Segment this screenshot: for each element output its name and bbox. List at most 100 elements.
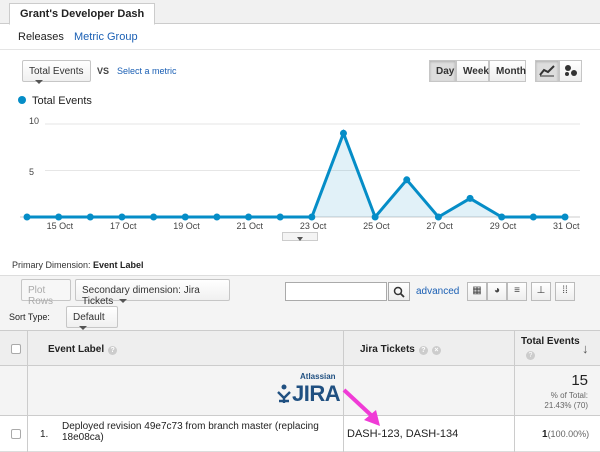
x-tick-label: 17 Oct xyxy=(109,221,137,231)
row-index: 1. xyxy=(40,429,49,440)
select-metric-link[interactable]: Select a metric xyxy=(117,66,177,76)
line-chart-toggle[interactable] xyxy=(535,60,559,82)
chevron-down-icon xyxy=(35,80,43,85)
data-point[interactable] xyxy=(23,213,31,221)
line-chart xyxy=(20,123,580,221)
data-point[interactable] xyxy=(150,213,158,221)
summary-pct-label: % of Total: xyxy=(550,391,588,400)
nav-releases[interactable]: Releases xyxy=(18,31,64,43)
table-header: Event Label? Jira Tickets? × Total Events… xyxy=(0,330,600,366)
select-all-checkbox[interactable] xyxy=(11,344,21,354)
chart-collapse-toggle[interactable] xyxy=(282,232,318,241)
pivot-view-button[interactable]: ⁞⁞ xyxy=(555,282,575,301)
col-jira-text: Jira Tickets xyxy=(360,344,415,355)
help-icon[interactable]: ? xyxy=(108,346,118,355)
sort-row: Sort Type: Default xyxy=(0,305,600,331)
jira-logo-top: Atlassian xyxy=(300,372,336,381)
data-point[interactable] xyxy=(181,213,189,221)
data-point[interactable] xyxy=(371,213,379,221)
sort-type-value: Default xyxy=(73,312,105,323)
sub-navigation: Releases Metric Group xyxy=(0,24,600,50)
x-tick-label: 27 Oct xyxy=(426,221,453,231)
sort-arrow-icon[interactable]: ↓ xyxy=(582,341,589,356)
data-point[interactable] xyxy=(213,213,221,221)
pie-view-button[interactable]: ◕ xyxy=(487,282,507,301)
nav-metric-group[interactable]: Metric Group xyxy=(74,31,138,43)
advanced-link[interactable]: advanced xyxy=(416,286,459,297)
summary-total: 15 xyxy=(571,372,588,389)
performance-view-button[interactable]: ≡ xyxy=(507,282,527,301)
table-row: 1. Deployed revision 49e7c73 from branch… xyxy=(0,416,600,452)
primary-dimension-label: Primary Dimension: xyxy=(12,260,91,270)
help-icon[interactable]: ? xyxy=(418,346,428,355)
col-jira-tickets[interactable]: Jira Tickets? × xyxy=(360,344,441,355)
grid-icon: ▦ xyxy=(472,285,482,296)
data-point[interactable] xyxy=(276,213,284,221)
jira-logo: Atlassian JIRA xyxy=(276,372,341,410)
x-tick-label: 31 Oct xyxy=(553,221,580,231)
data-point[interactable] xyxy=(529,213,537,221)
col-divider xyxy=(514,330,515,452)
bars-icon: ≡ xyxy=(514,285,520,296)
primary-dimension: Primary Dimension: Event Label xyxy=(12,260,144,270)
pie-icon: ◕ xyxy=(493,285,501,296)
search-icon xyxy=(393,286,405,298)
jira-logo-text: JIRA xyxy=(292,381,341,406)
x-tick-label: 15 Oct xyxy=(46,221,74,231)
data-point[interactable] xyxy=(466,194,474,202)
metric-select[interactable]: Total Events xyxy=(22,60,91,85)
row-total: 1(100.00%) xyxy=(542,429,589,440)
comparison-view-button[interactable]: ⊥ xyxy=(531,282,551,301)
day-button[interactable]: Day xyxy=(429,60,456,82)
plot-rows-button[interactable]: Plot Rows xyxy=(21,279,71,307)
help-icon[interactable]: ? xyxy=(526,351,535,360)
week-button[interactable]: Week xyxy=(456,60,489,82)
remove-dimension-icon[interactable]: × xyxy=(431,346,441,355)
row-total-pct: (100.00%) xyxy=(547,429,590,439)
chart-controls: Total Events VS Select a metric Day Week… xyxy=(0,60,600,85)
data-point[interactable] xyxy=(498,213,506,221)
search-button[interactable] xyxy=(388,282,410,301)
data-point[interactable] xyxy=(561,213,569,221)
col-event-label[interactable]: Event Label? xyxy=(48,344,118,355)
sort-type-label: Sort Type: xyxy=(9,312,50,322)
row-checkbox[interactable] xyxy=(11,429,21,439)
motion-chart-toggle[interactable] xyxy=(559,60,582,82)
series-area xyxy=(27,133,565,217)
pivot-icon: ⁞⁞ xyxy=(562,285,568,296)
jira-mark-icon xyxy=(277,384,291,403)
data-point[interactable] xyxy=(339,129,347,137)
data-point[interactable] xyxy=(86,213,94,221)
tab-bar: Grant's Developer Dash xyxy=(0,0,600,25)
month-button[interactable]: Month xyxy=(489,60,526,82)
primary-dimension-value[interactable]: Event Label xyxy=(93,260,144,270)
chevron-down-icon xyxy=(297,237,303,241)
tab-dashboard[interactable]: Grant's Developer Dash xyxy=(9,3,156,25)
row-event-label[interactable]: Deployed revision 49e7c73 from branch ma… xyxy=(62,421,347,443)
data-point[interactable] xyxy=(55,213,63,221)
bubbles-icon xyxy=(564,65,577,76)
data-point[interactable] xyxy=(403,176,411,184)
table-search-input[interactable] xyxy=(285,282,387,301)
data-point[interactable] xyxy=(245,213,253,221)
secondary-dimension-value: Secondary dimension: Jira Tickets xyxy=(82,285,200,307)
vs-label: VS xyxy=(97,66,110,76)
data-point[interactable] xyxy=(308,213,316,221)
pointer-arrow xyxy=(342,388,380,426)
comparison-icon: ⊥ xyxy=(536,285,546,296)
secondary-dimension-select[interactable]: Secondary dimension: Jira Tickets xyxy=(75,279,230,307)
metric-select-value: Total Events xyxy=(29,66,84,77)
series-line xyxy=(27,129,565,220)
col-total-text: Total Events xyxy=(521,336,580,347)
table-view-button[interactable]: ▦ xyxy=(467,282,487,301)
chart-legend: Total Events xyxy=(18,95,92,107)
series-dot xyxy=(18,96,26,104)
col-total-events[interactable]: Total Events xyxy=(521,336,580,347)
x-tick-label: 23 Oct xyxy=(299,221,327,231)
summary-pct-value: 21.43% (70) xyxy=(544,401,588,410)
data-point[interactable] xyxy=(118,213,126,221)
data-point[interactable] xyxy=(434,213,442,221)
line-chart-icon xyxy=(539,65,555,77)
x-tick-label: 21 Oct xyxy=(236,221,264,231)
sort-type-select[interactable]: Default xyxy=(66,306,118,331)
